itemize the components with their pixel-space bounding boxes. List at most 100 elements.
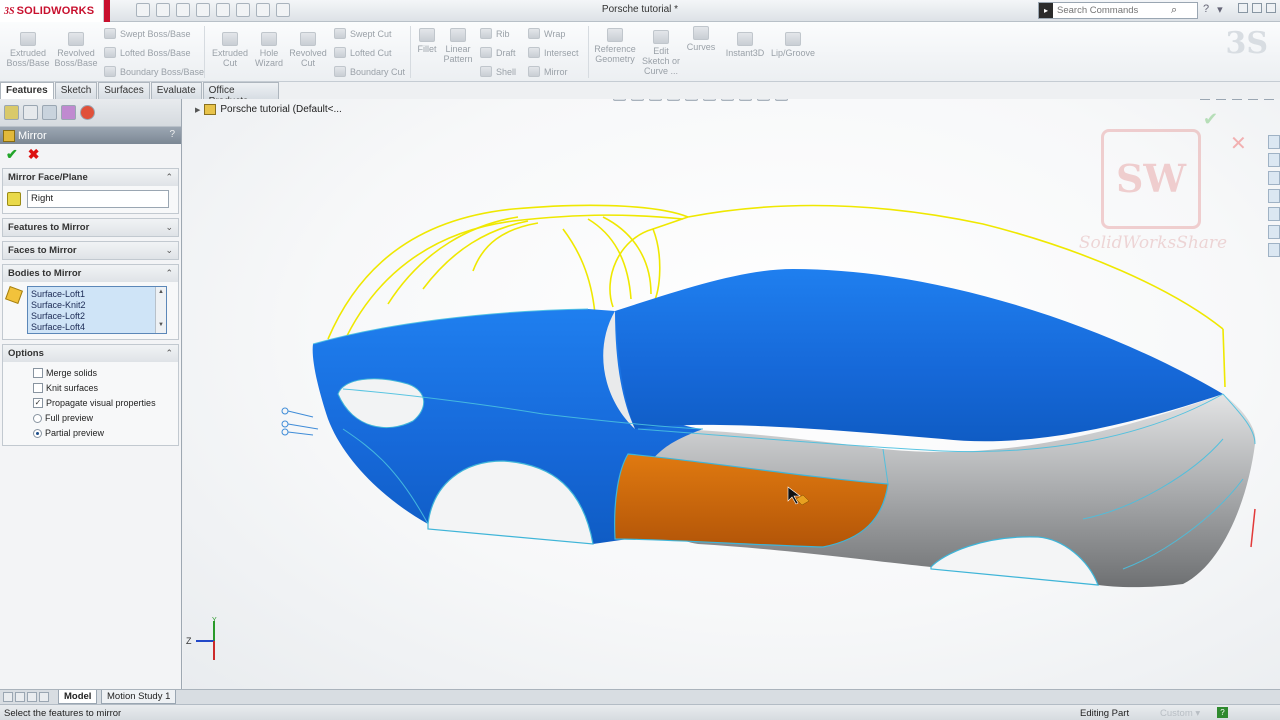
- swept-boss-button[interactable]: Swept Boss/Base: [104, 28, 191, 39]
- property-manager-icon[interactable]: [23, 105, 38, 120]
- list-item[interactable]: Surface-Knit2: [31, 300, 152, 311]
- listbox-scrollbar[interactable]: ▲ ▼: [155, 287, 166, 333]
- list-item[interactable]: Surface-Loft4: [31, 322, 152, 333]
- partial-preview-radio[interactable]: [33, 428, 42, 438]
- merge-solids-option[interactable]: Merge solids: [3, 366, 178, 381]
- extruded-cut-button[interactable]: Extruded Cut: [210, 32, 250, 68]
- options-header[interactable]: Options ⌃: [3, 345, 178, 362]
- undo-icon[interactable]: [216, 3, 230, 17]
- rib-button[interactable]: Rib: [480, 28, 510, 39]
- revolved-boss-button[interactable]: Revolved Boss/Base: [54, 32, 98, 68]
- dimxpert-icon[interactable]: [61, 105, 76, 120]
- features-to-mirror-header[interactable]: Features to Mirror ⌄: [3, 219, 178, 236]
- feature-tree-icon[interactable]: [4, 105, 19, 120]
- ok-check-icon[interactable]: ✔: [6, 146, 18, 163]
- boundary-boss-button[interactable]: Boundary Boss/Base: [104, 66, 204, 77]
- wrap-button[interactable]: Wrap: [528, 28, 565, 39]
- edit-appearance-icon[interactable]: [739, 99, 752, 101]
- draft-button[interactable]: Draft: [480, 47, 516, 58]
- appearances-icon[interactable]: [1268, 225, 1280, 239]
- mirror-face-plane-header[interactable]: Mirror Face/Plane ⌃: [3, 169, 178, 186]
- knit-surfaces-option[interactable]: Knit surfaces: [3, 381, 178, 396]
- resources-icon[interactable]: [1268, 135, 1280, 149]
- full-preview-option[interactable]: Full preview: [3, 411, 178, 426]
- roof-surface[interactable]: [615, 269, 1223, 442]
- options-icon[interactable]: [276, 3, 290, 17]
- revolved-cut-button[interactable]: Revolved Cut: [288, 32, 328, 68]
- select-icon[interactable]: [236, 3, 250, 17]
- collapse-icon[interactable]: ⌃: [165, 268, 173, 279]
- save-icon[interactable]: [176, 3, 190, 17]
- list-item[interactable]: Surface-Loft2: [31, 311, 152, 322]
- merge-solids-checkbox[interactable]: [33, 368, 43, 378]
- lofted-boss-button[interactable]: Lofted Boss/Base: [104, 47, 191, 58]
- search-icon[interactable]: ⌕: [1171, 4, 1177, 17]
- mirror-plane-field[interactable]: Right: [27, 190, 169, 208]
- tab-features[interactable]: Features: [0, 82, 54, 99]
- units-dropdown[interactable]: Custom ▾: [1160, 708, 1200, 719]
- cancel-x-icon[interactable]: ✖: [28, 146, 40, 163]
- tab-model[interactable]: Model: [58, 690, 98, 704]
- section-view-icon[interactable]: [667, 99, 680, 101]
- apply-scene-icon[interactable]: [757, 99, 770, 101]
- propagate-checkbox[interactable]: ✓: [33, 398, 43, 408]
- zoom-to-fit-icon[interactable]: [613, 99, 626, 101]
- expand-icon[interactable]: ⌄: [165, 222, 173, 233]
- chevron-down-icon[interactable]: ▾: [1217, 3, 1223, 16]
- first-tab-icon[interactable]: [3, 692, 13, 702]
- shell-button[interactable]: Shell: [480, 66, 516, 77]
- search-input[interactable]: [1053, 5, 1171, 16]
- knit-surfaces-checkbox[interactable]: [33, 383, 43, 393]
- open-file-icon[interactable]: [156, 3, 170, 17]
- file-explorer-icon[interactable]: [1268, 171, 1280, 185]
- last-tab-icon[interactable]: [39, 692, 49, 702]
- view-orientation-icon[interactable]: [685, 99, 698, 101]
- bodies-listbox[interactable]: Surface-Loft1 Surface-Knit2 Surface-Loft…: [27, 286, 167, 334]
- hole-wizard-button[interactable]: Hole Wizard: [252, 32, 286, 68]
- swept-cut-button[interactable]: Swept Cut: [334, 28, 392, 39]
- custom-properties-icon[interactable]: [1268, 243, 1280, 257]
- viewport-restore-icon[interactable]: [1248, 99, 1258, 100]
- linear-pattern-button[interactable]: Linear Pattern: [442, 28, 474, 64]
- lip-groove-button[interactable]: Lip/Groove: [770, 32, 816, 58]
- reference-geometry-button[interactable]: Reference Geometry: [592, 28, 638, 64]
- bodies-to-mirror-header[interactable]: Bodies to Mirror ⌃: [3, 265, 178, 282]
- collapse-icon[interactable]: ⌃: [165, 348, 173, 359]
- search-commands-box[interactable]: ▸ ⌕: [1038, 2, 1198, 19]
- viewport-close-icon[interactable]: [1264, 99, 1274, 100]
- display-style-icon[interactable]: [703, 99, 716, 101]
- minimize-icon[interactable]: [1238, 3, 1248, 13]
- tab-sketch[interactable]: Sketch: [54, 82, 98, 99]
- mirror-toolbar-button[interactable]: Mirror: [528, 66, 568, 77]
- extruded-boss-button[interactable]: Extruded Boss/Base: [6, 32, 50, 68]
- help-icon[interactable]: ?: [1203, 3, 1209, 16]
- next-tab-icon[interactable]: [27, 692, 37, 702]
- fillet-button[interactable]: Fillet: [414, 28, 440, 54]
- hide-show-icon[interactable]: [721, 99, 734, 101]
- confirm-check-icon[interactable]: ✔: [1203, 109, 1218, 130]
- plane-handle-icon[interactable]: [281, 407, 319, 436]
- maximize-icon[interactable]: [1252, 3, 1262, 13]
- solidworks-logo[interactable]: 3S SOLIDWORKS: [0, 0, 104, 22]
- zoom-area-icon[interactable]: [631, 99, 644, 101]
- edit-sketch-button[interactable]: Edit Sketch or Curve ...: [640, 30, 682, 76]
- status-help-icon[interactable]: ?: [1217, 707, 1228, 718]
- tab-surfaces[interactable]: Surfaces: [98, 82, 150, 99]
- instant3d-button[interactable]: Instant3D: [724, 32, 766, 58]
- propagate-option[interactable]: ✓ Propagate visual properties: [3, 396, 178, 411]
- rebuild-icon[interactable]: [256, 3, 270, 17]
- intersect-button[interactable]: Intersect: [528, 47, 579, 58]
- menu-arrow-icon[interactable]: [104, 0, 110, 22]
- curves-button[interactable]: Curves: [684, 26, 718, 52]
- graphics-area[interactable]: ▶ Porsche tutorial (Default<... SW Solid…: [183, 99, 1280, 689]
- prev-tab-icon[interactable]: [15, 692, 25, 702]
- view-palette-icon[interactable]: [1268, 207, 1280, 221]
- partial-preview-option[interactable]: Partial preview: [3, 426, 178, 441]
- tab-evaluate[interactable]: Evaluate: [150, 82, 202, 99]
- print-icon[interactable]: [196, 3, 210, 17]
- collapse-icon[interactable]: ⌃: [165, 172, 173, 183]
- confirm-cancel-icon[interactable]: ✕: [1230, 131, 1247, 156]
- search-results-icon[interactable]: [1268, 189, 1280, 203]
- faces-to-mirror-header[interactable]: Faces to Mirror ⌄: [3, 242, 178, 259]
- tab-motion-study[interactable]: Motion Study 1: [101, 690, 177, 704]
